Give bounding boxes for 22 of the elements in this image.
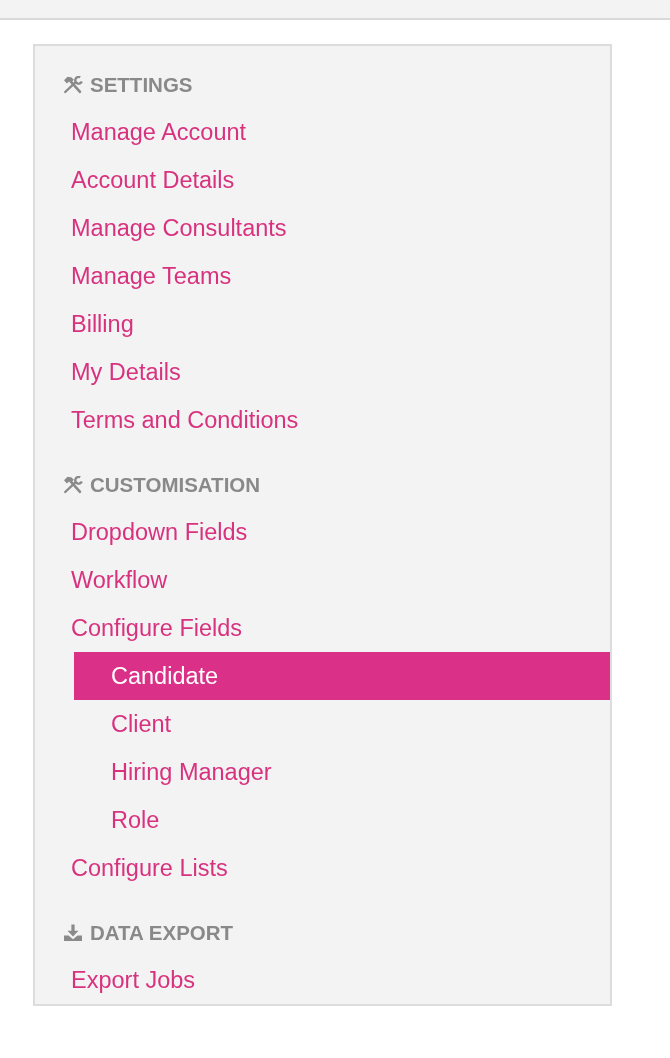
hammer-wrench-icon (63, 476, 83, 494)
download-icon (63, 924, 83, 942)
hammer-wrench-icon (63, 76, 83, 94)
nav-link[interactable]: Candidate (74, 652, 610, 700)
nav-link[interactable]: Account Details (71, 166, 235, 194)
nav-link[interactable]: Billing (71, 310, 134, 338)
nav-link[interactable]: Manage Consultants (71, 214, 287, 242)
section-heading: CUSTOMISATION (90, 473, 261, 497)
nav-link[interactable]: Configure Fields (71, 614, 243, 642)
nav-link[interactable]: Role (111, 806, 160, 834)
nav-link[interactable]: Manage Account (71, 118, 247, 146)
section-heading: SETTINGS (90, 73, 193, 97)
nav-link[interactable]: Terms and Conditions (71, 406, 299, 434)
nav-link[interactable]: My Details (71, 358, 181, 386)
nav-link[interactable]: Client (111, 710, 172, 738)
nav-link[interactable]: Configure Lists (71, 854, 228, 882)
nav-link[interactable]: Dropdown Fields (71, 518, 248, 546)
nav-link[interactable]: Workflow (71, 566, 168, 594)
nav-link[interactable]: Export Jobs (71, 966, 196, 994)
nav-link[interactable]: Hiring Manager (111, 758, 272, 786)
nav-link[interactable]: Manage Teams (71, 262, 232, 290)
section-heading: DATA EXPORT (90, 921, 234, 945)
